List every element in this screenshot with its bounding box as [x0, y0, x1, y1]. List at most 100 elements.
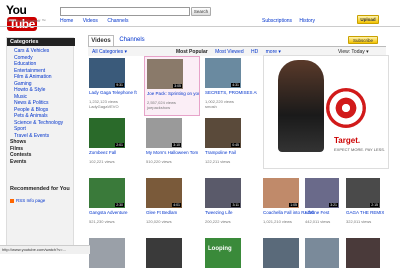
video-thumbnail[interactable]: 3:21 — [305, 178, 339, 208]
duration-badge: 9:31 — [115, 83, 124, 87]
duration-badge: 3:21 — [329, 203, 338, 207]
history-link[interactable]: History — [299, 18, 315, 24]
video-thumbnail[interactable]: 3:11 — [205, 178, 241, 208]
tab-channels[interactable]: Channels — [118, 35, 146, 46]
video-card[interactable] — [303, 236, 343, 272]
video-thumbnail[interactable] — [346, 238, 380, 268]
video-card[interactable]: 2:15 GAGA THE REMIX 322,011 views — [344, 176, 384, 236]
video-views: 442,011 views — [305, 219, 331, 224]
tagline: Broadcast Yourself ™ — [7, 18, 46, 23]
duration-badge: 3:05 — [173, 84, 182, 88]
video-card[interactable]: 3:21 Lifeline Fest 442,011 views — [303, 176, 343, 236]
video-card[interactable]: 3:05Joe Pack: Sprinting on you (comedy2,… — [144, 56, 200, 116]
video-card[interactable] — [87, 236, 143, 272]
duration-badge: 2:30 — [115, 203, 124, 207]
video-title[interactable]: Tweezing Life — [205, 210, 257, 215]
video-title[interactable]: Lifeline Fest — [305, 210, 343, 215]
video-title[interactable]: Joe Pack: Sprinting on you (comedy — [147, 91, 199, 96]
video-uploader[interactable]: smosh — [205, 104, 257, 110]
duration-badge: 4:31 — [231, 83, 240, 87]
youtube-logo[interactable]: YouTube — [6, 3, 46, 31]
video-title[interactable]: SECRETS, PROMISES AND TESSA — [205, 90, 257, 95]
rss-icon — [10, 198, 14, 203]
video-thumbnail[interactable] — [263, 238, 299, 268]
video-thumbnail[interactable]: 2:15 — [346, 178, 380, 208]
sidebar: Categories Cars & Vehicles Comedy Educatio… — [6, 37, 75, 253]
main-nav: Home Videos Channels — [60, 18, 136, 24]
video-title[interactable]: Glee Ft Bedlam — [146, 210, 198, 215]
video-title[interactable]: Lady Gaga Telephone ft — [89, 90, 141, 95]
duration-badge: 2:15 — [370, 203, 379, 207]
video-uploader[interactable]: joepackshow — [147, 105, 199, 111]
video-thumbnail[interactable] — [89, 238, 125, 268]
duration-badge: 3:11 — [231, 203, 240, 207]
subscribe-button[interactable]: Subscribe — [348, 36, 378, 44]
nav-channels[interactable]: Channels — [107, 18, 128, 24]
video-card[interactable]: 4:01 Glee Ft Bedlam 120,020 views — [144, 176, 200, 236]
category-dropdown[interactable]: All Categories ▾ — [92, 49, 127, 55]
video-thumbnail[interactable]: 9:31 — [89, 58, 125, 88]
video-thumbnail[interactable]: 4:01 — [146, 178, 182, 208]
video-thumbnail[interactable] — [305, 238, 339, 268]
video-title[interactable]: My Mom's Halloween Tomorrow — [146, 150, 198, 155]
video-card[interactable] — [144, 236, 200, 272]
category-list: Cars & Vehicles Comedy Education Entertainm… — [10, 48, 74, 165]
sort-hd[interactable]: HD — [251, 49, 258, 55]
video-uploader[interactable]: LadyGagaVEVO — [89, 104, 141, 110]
video-card[interactable]: 2:30 Gangsta Adventure 521,230 views — [87, 176, 143, 236]
ad-image — [278, 60, 324, 152]
ad-brand: Target. — [334, 136, 361, 145]
video-card[interactable]: 3:11 Tweezing Life 200,222 views — [203, 176, 259, 236]
video-card[interactable]: 9:31 Lady Gaga Telephone ft 1,232,123 view… — [87, 56, 143, 116]
nav-videos[interactable]: Videos — [83, 18, 98, 24]
sort-most-viewed[interactable]: Most Viewed — [215, 49, 244, 55]
video-card[interactable]: 0:45 Trampoline Fail 122,211 views — [203, 116, 259, 176]
sort-most-popular[interactable]: Most Popular — [176, 49, 208, 55]
video-title[interactable]: GAGA THE REMIX — [346, 210, 384, 215]
video-thumbnail[interactable] — [146, 238, 182, 268]
video-thumbnail[interactable]: 4:31 — [205, 58, 241, 88]
recommended-heading: Recommended for You — [10, 186, 70, 192]
duration-badge: 0:45 — [231, 143, 240, 147]
video-views: 322,011 views — [346, 219, 372, 224]
rss-label: RSS Info page — [16, 198, 46, 203]
video-card[interactable]: 4:31SECRETS, PROMISES AND TESSA1,002,220… — [203, 56, 259, 116]
video-views: 102,221 views — [89, 159, 115, 164]
video-title[interactable]: Gangsta Adventure — [89, 210, 141, 215]
advertisement[interactable]: Target. EXPECT MORE. PAY LESS. — [263, 55, 389, 169]
video-card[interactable]: Looping — [203, 236, 259, 272]
header-divider — [0, 26, 400, 27]
video-thumbnail[interactable]: 3:05 — [147, 59, 183, 89]
rss-link[interactable]: RSS Info page — [10, 198, 45, 203]
video-card[interactable] — [344, 236, 384, 272]
video-card[interactable]: 3:10 My Mom's Halloween Tomorrow 510,220 v… — [144, 116, 200, 176]
video-thumbnail[interactable]: 0:45 — [205, 118, 241, 148]
video-title[interactable]: Trampoline Fail — [205, 150, 257, 155]
video-thumbnail[interactable]: Looping — [205, 238, 241, 268]
nav-home[interactable]: Home — [60, 18, 73, 24]
video-views: 510,220 views — [146, 159, 172, 164]
video-views: 122,211 views — [205, 159, 231, 164]
video-views: 200,222 views — [205, 219, 231, 224]
search-button[interactable]: Search — [191, 7, 211, 16]
video-title[interactable]: Zombeez Fall — [89, 150, 141, 155]
sidebar-item[interactable]: Events — [10, 159, 74, 166]
video-views: 120,020 views — [146, 219, 172, 224]
thumbnail-overlay-text: Looping — [208, 246, 232, 252]
video-thumbnail[interactable]: 2:01 — [89, 118, 125, 148]
tab-videos[interactable]: Videos — [88, 35, 114, 46]
status-bar: http://www.youtube.com/watch?v=... — [0, 245, 90, 254]
duration-badge: 2:01 — [115, 143, 124, 147]
subscriptions-link[interactable]: Subscriptions — [262, 18, 292, 24]
categories-heading: Categories — [7, 38, 75, 46]
video-thumbnail[interactable]: 3:10 — [146, 118, 182, 148]
duration-badge: 3:10 — [172, 143, 181, 147]
search-input[interactable] — [60, 7, 190, 16]
logo-you-text: You — [6, 3, 27, 17]
video-thumbnail[interactable]: 1:05 — [263, 178, 299, 208]
upload-button[interactable]: Upload — [357, 15, 379, 24]
duration-badge: 1:05 — [289, 203, 298, 207]
video-thumbnail[interactable]: 2:30 — [89, 178, 125, 208]
video-card[interactable]: 2:01 Zombeez Fall 102,221 views — [87, 116, 143, 176]
duration-badge: 4:01 — [172, 203, 181, 207]
